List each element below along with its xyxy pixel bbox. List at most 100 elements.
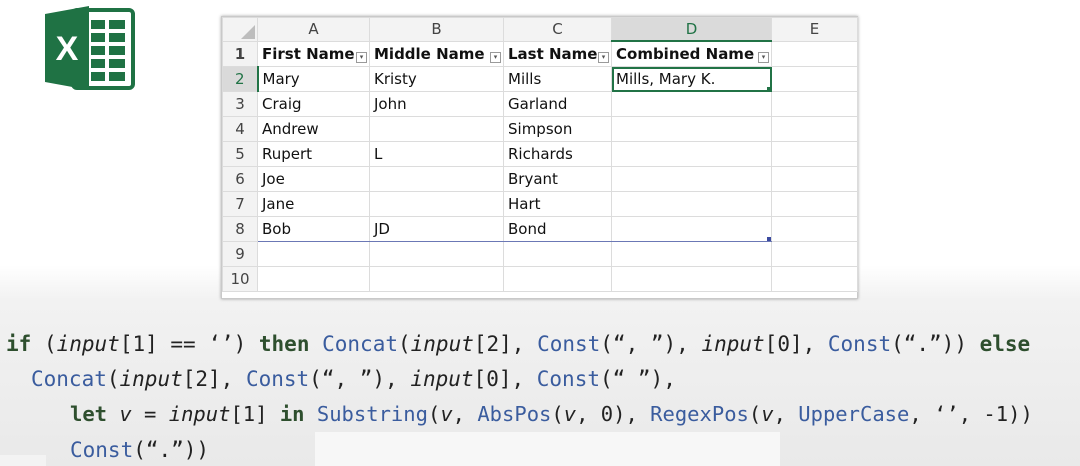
code-text: (“.”)) (891, 332, 980, 356)
row-header[interactable]: 2 (222, 66, 259, 92)
cell[interactable] (771, 40, 858, 67)
row-header[interactable]: 6 (222, 166, 258, 192)
cell[interactable] (611, 216, 772, 242)
code-variable: v (440, 402, 453, 426)
row-header[interactable]: 4 (222, 116, 258, 142)
cell[interactable] (611, 241, 772, 267)
row-header[interactable]: 10 (222, 266, 258, 292)
active-cell[interactable]: Mills, Mary K. (611, 66, 772, 92)
cell[interactable] (369, 266, 504, 292)
cell[interactable]: Bond (503, 216, 612, 242)
cell[interactable] (771, 91, 858, 117)
column-header-a[interactable]: A (257, 17, 370, 42)
code-function: Concat (31, 367, 107, 391)
code-text: [1] (230, 402, 280, 426)
row-header[interactable]: 8 (222, 216, 258, 242)
cell[interactable] (369, 116, 504, 142)
cell[interactable]: JD (369, 216, 504, 242)
cell[interactable]: Garland (503, 91, 612, 117)
cell[interactable]: Richards (503, 141, 612, 167)
cell[interactable] (771, 191, 858, 217)
cell[interactable] (369, 241, 504, 267)
code-text: [2], (473, 332, 538, 356)
column-header-d[interactable]: D (611, 17, 772, 42)
code-variable: input (119, 367, 183, 391)
row-header[interactable]: 3 (222, 91, 258, 117)
cell[interactable]: Mills (503, 66, 612, 92)
cell[interactable]: Bryant (503, 166, 612, 192)
filter-dropdown-icon[interactable]: ▾ (758, 52, 769, 63)
excel-logo-letter: X (56, 30, 79, 68)
cell[interactable]: L (369, 141, 504, 167)
cell[interactable]: Jane (257, 191, 370, 217)
cell[interactable]: Kristy (369, 66, 504, 92)
cell[interactable]: Bob (257, 216, 370, 242)
cell[interactable] (503, 241, 612, 267)
cell[interactable] (257, 241, 370, 267)
cell[interactable]: Craig (257, 91, 370, 117)
header-label: Combined Name (616, 45, 755, 63)
cell[interactable]: Simpson (503, 116, 612, 142)
cell[interactable] (771, 216, 858, 242)
filter-dropdown-icon[interactable]: ▾ (598, 52, 609, 63)
cell[interactable] (771, 241, 858, 267)
cell[interactable]: Andrew (257, 116, 370, 142)
header-cell-middle-name[interactable]: Middle Name ▾ (369, 40, 504, 67)
cell[interactable] (771, 66, 858, 92)
cell[interactable] (771, 116, 858, 142)
cell[interactable]: John (369, 91, 504, 117)
code-text: , (773, 402, 799, 426)
header-cell-combined-name[interactable]: Combined Name ▾ (611, 40, 772, 67)
header-cell-first-name[interactable]: First Name ▾ (257, 40, 370, 67)
cell[interactable] (771, 266, 858, 292)
header-label: Middle Name (374, 44, 485, 63)
cell[interactable] (771, 141, 858, 167)
row-header[interactable]: 9 (222, 241, 258, 267)
code-variable: input (701, 332, 765, 356)
cell[interactable]: Mary (257, 66, 370, 92)
row-header[interactable]: 5 (222, 141, 258, 167)
cell[interactable] (771, 166, 858, 192)
cell[interactable] (611, 191, 772, 217)
code-line-4: Const(“.”)) (70, 438, 209, 462)
cell[interactable] (611, 266, 772, 292)
code-line-1: if (input[1] == ‘’) then Concat(input[2]… (6, 332, 1030, 356)
code-text: [0], (764, 332, 828, 356)
code-line-2: Concat(input[2], Const(“, ”), input[0], … (31, 367, 676, 391)
cell[interactable] (611, 91, 772, 117)
cell[interactable]: Joe (257, 166, 370, 192)
header-cell-last-name[interactable]: Last Name ▾ (503, 40, 612, 67)
code-function: Const (245, 367, 310, 391)
code-function: Const (70, 438, 134, 462)
cell[interactable] (257, 266, 370, 292)
code-function: Concat (322, 332, 398, 356)
row-header[interactable]: 7 (222, 191, 258, 217)
code-variable: input (56, 332, 120, 356)
code-keyword: in (279, 402, 305, 426)
cell[interactable] (611, 166, 772, 192)
table-resize-handle[interactable] (767, 237, 771, 241)
code-text: ( (397, 332, 411, 356)
code-text: (“ ”), (599, 367, 676, 391)
cell[interactable]: Rupert (257, 141, 370, 167)
code-text: (“.”)) (133, 438, 210, 462)
cell[interactable] (503, 266, 612, 292)
cell[interactable] (611, 141, 772, 167)
excel-logo-icon: X (43, 4, 137, 92)
cell[interactable] (611, 116, 772, 142)
column-header-e[interactable]: E (771, 17, 858, 42)
cell[interactable]: Hart (503, 191, 612, 217)
row-header[interactable]: 1 (222, 40, 258, 67)
column-header-b[interactable]: B (369, 17, 504, 42)
cell[interactable] (369, 166, 504, 192)
filter-dropdown-icon[interactable]: ▾ (490, 52, 501, 63)
select-all-corner[interactable] (222, 17, 258, 42)
code-variable: input (410, 332, 474, 356)
column-header-c[interactable]: C (503, 17, 612, 42)
cell[interactable] (369, 191, 504, 217)
filter-dropdown-icon[interactable]: ▾ (356, 52, 367, 63)
code-function: AbsPos (477, 402, 552, 426)
